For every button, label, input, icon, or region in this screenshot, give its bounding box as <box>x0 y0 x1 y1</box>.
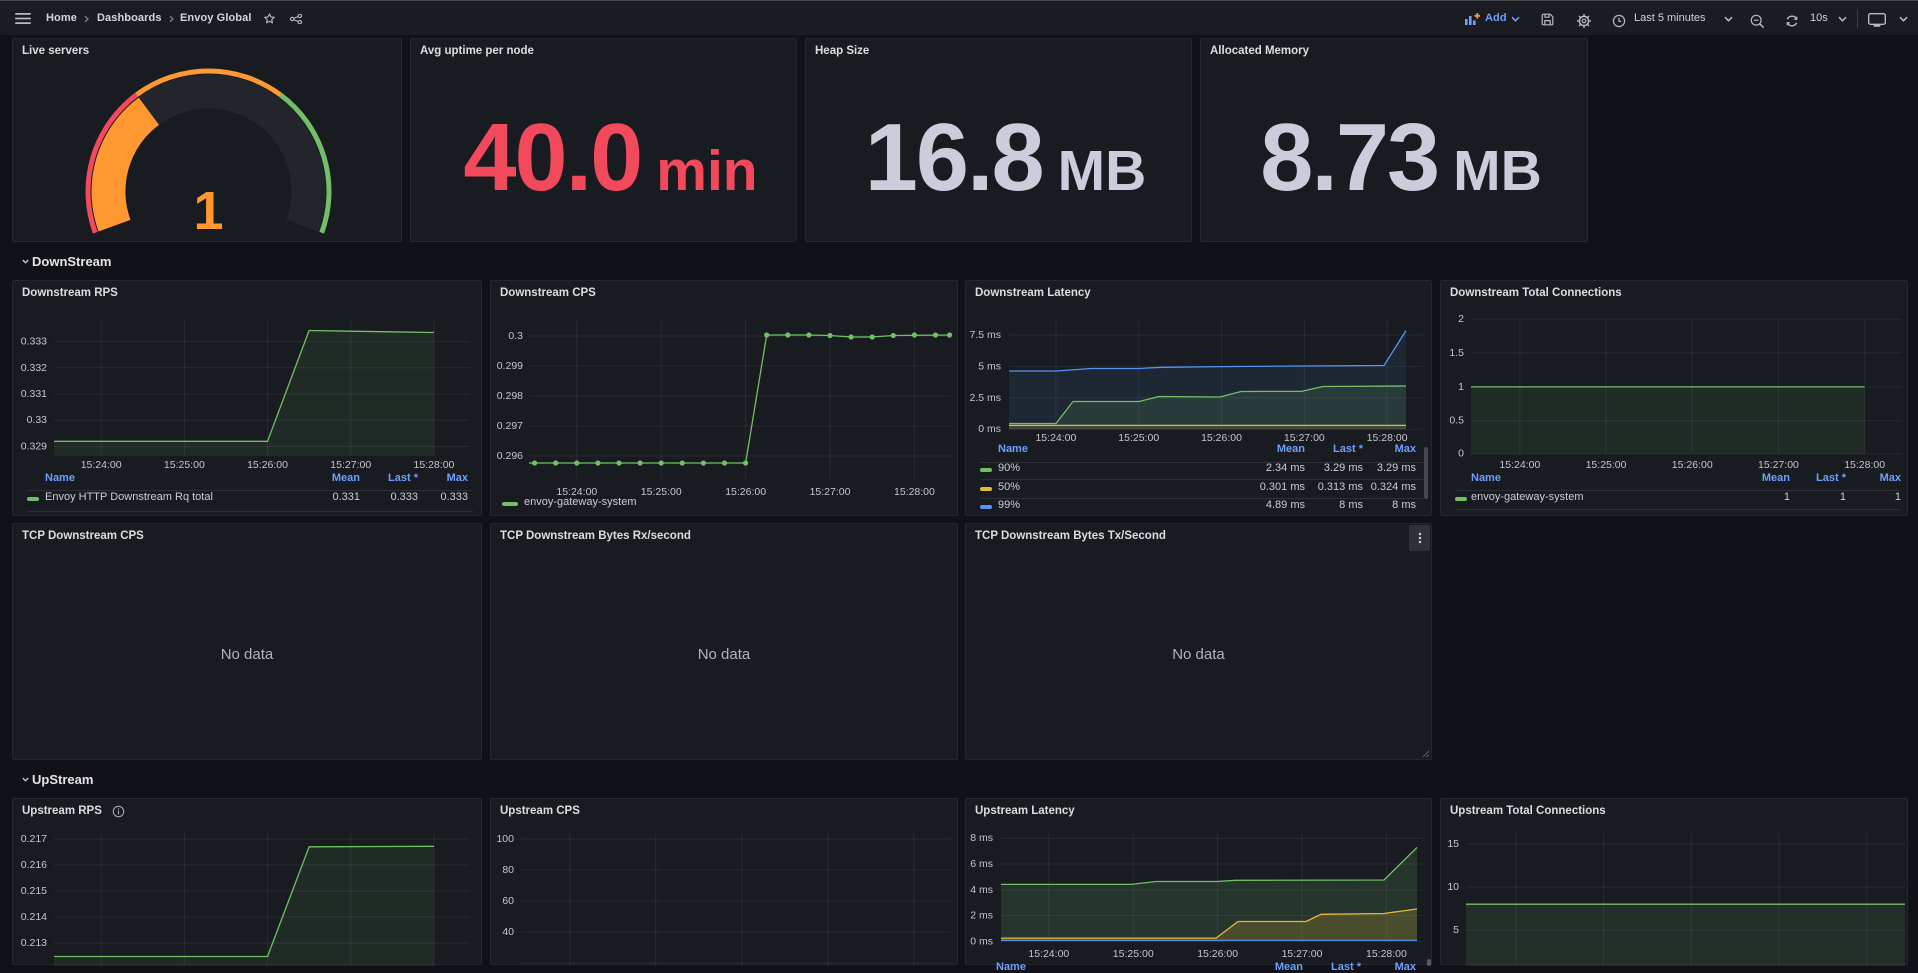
svg-text:15:26:00: 15:26:00 <box>1672 459 1713 471</box>
svg-text:15:27:00: 15:27:00 <box>1758 459 1799 471</box>
svg-text:0.296: 0.296 <box>497 450 523 462</box>
svg-text:8 ms: 8 ms <box>970 832 993 844</box>
svg-text:15:28:00: 15:28:00 <box>1844 459 1885 471</box>
svg-text:15:24:00: 15:24:00 <box>1035 432 1076 444</box>
svg-text:80: 80 <box>502 864 514 876</box>
svg-text:0.213: 0.213 <box>21 937 47 949</box>
svg-text:5: 5 <box>1453 924 1459 936</box>
svg-text:1.5: 1.5 <box>1449 347 1464 359</box>
svg-text:15:24:00: 15:24:00 <box>1028 948 1069 960</box>
svg-text:15:24:00: 15:24:00 <box>1499 459 1540 471</box>
svg-text:60: 60 <box>502 895 514 907</box>
svg-text:0.298: 0.298 <box>497 390 523 402</box>
svg-text:15: 15 <box>1447 838 1459 850</box>
svg-text:15:24:00: 15:24:00 <box>81 459 122 471</box>
svg-text:0.214: 0.214 <box>21 911 47 923</box>
svg-text:0 ms: 0 ms <box>970 935 993 947</box>
svg-text:0.329: 0.329 <box>21 440 47 452</box>
svg-text:0.331: 0.331 <box>21 388 47 400</box>
svg-text:15:25:00: 15:25:00 <box>641 486 682 498</box>
svg-text:15:26:00: 15:26:00 <box>247 459 288 471</box>
svg-text:7.5 ms: 7.5 ms <box>969 329 1001 341</box>
svg-text:15:26:00: 15:26:00 <box>1197 948 1238 960</box>
svg-text:1: 1 <box>1458 381 1464 393</box>
svg-text:2: 2 <box>1458 313 1464 325</box>
svg-text:15:26:00: 15:26:00 <box>1201 432 1242 444</box>
svg-text:15:28:00: 15:28:00 <box>894 486 935 498</box>
svg-text:40.0min: 40.0min <box>463 105 757 211</box>
svg-text:0.333: 0.333 <box>21 336 47 348</box>
svg-text:1: 1 <box>193 181 223 241</box>
svg-text:15:25:00: 15:25:00 <box>164 459 205 471</box>
svg-text:5 ms: 5 ms <box>978 360 1001 372</box>
svg-text:0.297: 0.297 <box>497 420 523 432</box>
svg-text:0.332: 0.332 <box>21 362 47 374</box>
svg-text:15:26:00: 15:26:00 <box>725 486 766 498</box>
svg-text:15:28:00: 15:28:00 <box>414 459 455 471</box>
svg-text:100: 100 <box>496 833 514 845</box>
svg-text:15:27:00: 15:27:00 <box>810 486 851 498</box>
svg-text:16.8MB: 16.8MB <box>865 105 1147 211</box>
svg-text:0.215: 0.215 <box>21 885 47 897</box>
svg-text:0 ms: 0 ms <box>978 423 1001 435</box>
svg-text:15:25:00: 15:25:00 <box>1586 459 1627 471</box>
svg-text:0.33: 0.33 <box>27 414 48 426</box>
svg-text:10: 10 <box>1447 881 1459 893</box>
svg-text:15:27:00: 15:27:00 <box>1282 948 1323 960</box>
svg-text:15:28:00: 15:28:00 <box>1366 948 1407 960</box>
svg-text:0: 0 <box>1458 448 1464 460</box>
svg-text:6 ms: 6 ms <box>970 858 993 870</box>
svg-text:15:27:00: 15:27:00 <box>330 459 371 471</box>
svg-text:0.217: 0.217 <box>21 833 47 845</box>
svg-text:8.73MB: 8.73MB <box>1260 105 1542 211</box>
svg-text:4 ms: 4 ms <box>970 884 993 896</box>
svg-text:2 ms: 2 ms <box>970 910 993 922</box>
svg-text:2.5 ms: 2.5 ms <box>969 392 1001 404</box>
svg-text:0.299: 0.299 <box>497 360 523 372</box>
svg-text:0.5: 0.5 <box>1449 415 1464 427</box>
svg-text:0.216: 0.216 <box>21 859 47 871</box>
svg-text:40: 40 <box>502 926 514 938</box>
svg-text:0.3: 0.3 <box>508 330 523 342</box>
svg-text:15:25:00: 15:25:00 <box>1118 432 1159 444</box>
svg-text:15:25:00: 15:25:00 <box>1113 948 1154 960</box>
